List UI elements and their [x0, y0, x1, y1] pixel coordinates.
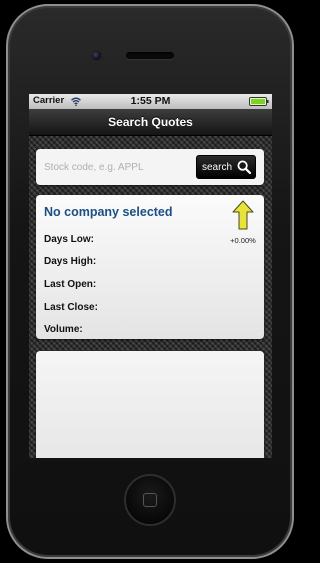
last-close-label: Last Close: [44, 302, 98, 313]
search-icon [237, 160, 251, 174]
screen: Carrier 1:55 PM Search Quotes search [29, 94, 272, 458]
days-high-label: Days High: [44, 256, 97, 267]
up-arrow-icon [232, 200, 254, 230]
volume-label: Volume: [44, 324, 83, 335]
home-button[interactable] [124, 474, 176, 526]
last-open-label: Last Open: [44, 279, 97, 290]
earpiece-speaker [126, 52, 174, 59]
chart-panel [36, 351, 264, 458]
stock-code-input[interactable] [40, 154, 198, 180]
days-low-label: Days Low: [44, 234, 95, 245]
nav-title: Search Quotes [108, 115, 193, 129]
company-name: No company selected [44, 205, 173, 219]
front-camera [92, 51, 101, 60]
content-area[interactable]: search No company selected +0.00% Days L… [29, 136, 272, 458]
search-card: search [36, 149, 264, 185]
phone-device: Carrier 1:55 PM Search Quotes search [0, 0, 300, 563]
clock: 1:55 PM [130, 95, 171, 107]
quote-card: No company selected +0.00% Days Low: Day… [36, 195, 264, 339]
battery-icon [249, 97, 269, 106]
home-square-icon [143, 493, 157, 507]
search-button[interactable]: search [196, 155, 256, 179]
search-button-label: search [202, 161, 233, 173]
status-bar: Carrier 1:55 PM [29, 94, 272, 109]
price-change-percent: +0.00% [230, 236, 256, 245]
navigation-bar: Search Quotes [29, 109, 272, 136]
